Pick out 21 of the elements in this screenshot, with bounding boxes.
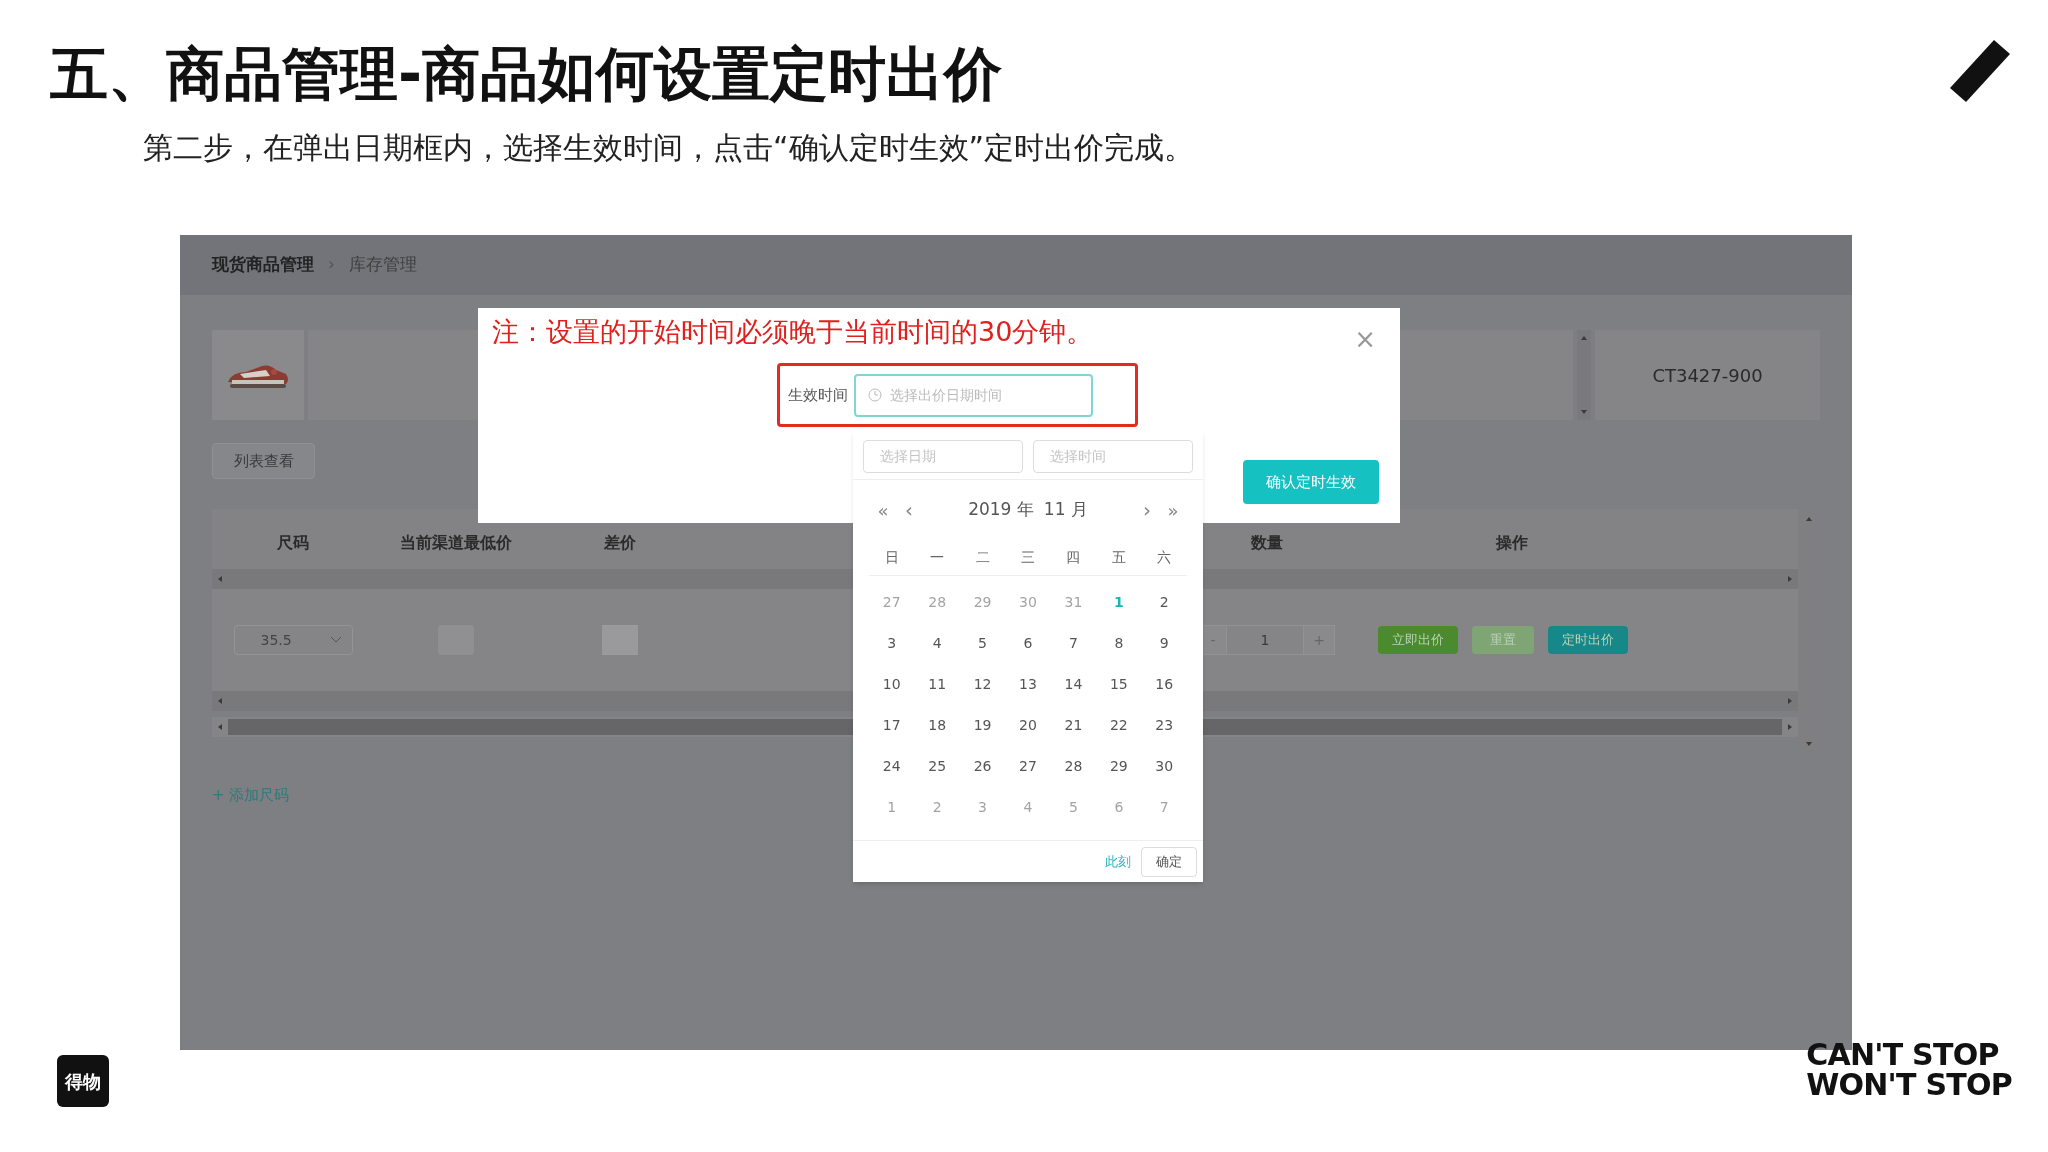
sku-cell: CT3427-900 [1595,330,1820,420]
column-header: 差价 [604,532,636,554]
slogan-line: CAN'T STOP [1806,1040,1999,1070]
column-header: 尺码 [277,532,309,554]
weekday-label: 五 [1110,548,1127,567]
slide-title: 五、商品管理-商品如何设置定时出价 [50,39,1003,110]
column-header: 数量 [1251,532,1283,554]
weekday-label: 四 [1065,548,1082,567]
weekday-label: 三 [1020,548,1036,567]
weekday-label: 日 [883,548,900,567]
slide-subtitle: 第二步，在弹出日期框内，选择生效时间，点击“确认定时生效”定时出价完成。 [143,128,1196,167]
logo: 得物 [57,1055,109,1107]
weekday-label: 二 [974,548,991,567]
breadcrumb-separator: › [328,253,335,277]
warning-note: 注：设置的开始时间必须晚于当前时间的30分钟。 [492,315,1094,349]
weekday-label: 一 [929,548,946,567]
field-label: 生效时间 [788,384,848,406]
slogan-line: WON'T STOP [1806,1070,2012,1100]
weekday-label: 六 [1156,548,1173,567]
column-header: 操作 [1496,532,1528,554]
column-header: 当前渠道最低价 [400,532,512,554]
